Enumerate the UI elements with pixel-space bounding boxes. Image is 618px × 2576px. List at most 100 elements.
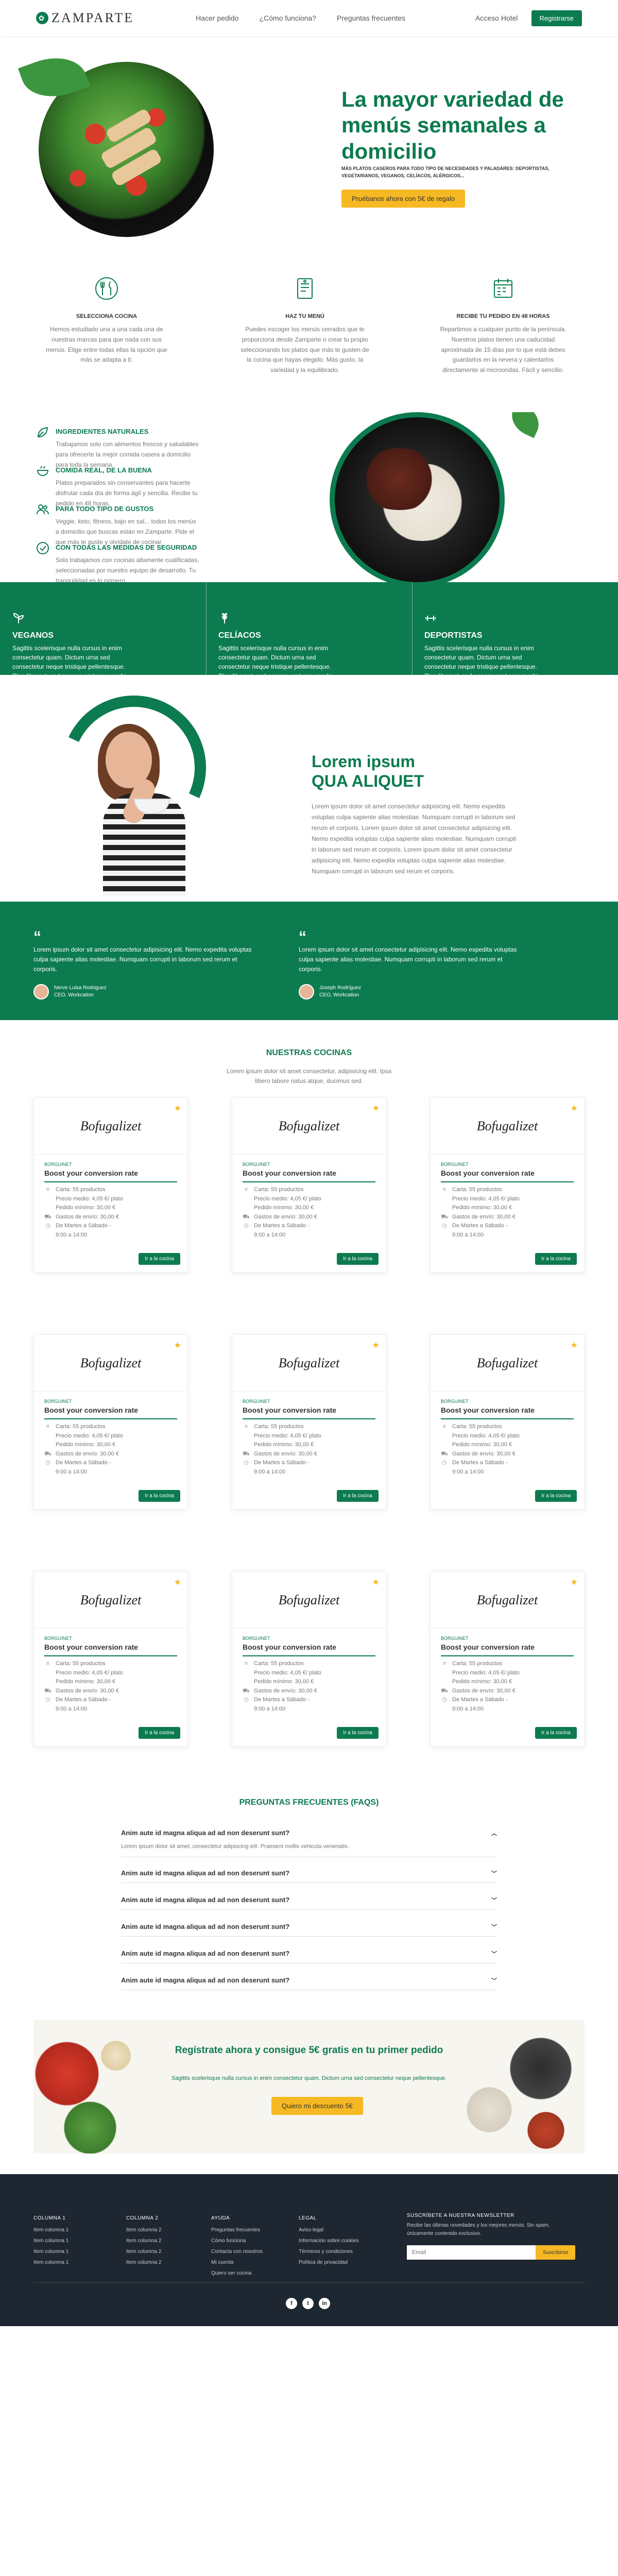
kitchen-info: ≡ Carta: 55 productos Precio medio: 4,05 €… xyxy=(34,1656,187,1717)
benefit-real-food: Comida real, de la buena Platos preparad… xyxy=(36,466,273,509)
chevron-down-icon[interactable]: ﹀ xyxy=(491,1950,497,1958)
info-hours: 9:00 a 14:00 xyxy=(56,1231,88,1238)
footer-link[interactable]: Item columna 1 xyxy=(33,2235,68,2246)
logo[interactable]: ✿ ZAMPARTE xyxy=(36,10,134,26)
faq-item[interactable]: Anim aute id magna aliqua ad ad non dese… xyxy=(121,1918,497,1937)
faq-item[interactable]: Anim aute id magna aliqua ad ad non dese… xyxy=(121,1971,497,1990)
hero-cta-button[interactable]: Pruébanos ahora con 5€ de regalo xyxy=(341,190,466,208)
nav-item-faq[interactable]: Preguntas frecuentes xyxy=(337,14,405,22)
footer-link[interactable]: Contacta con nosotros xyxy=(211,2246,263,2257)
linkedin-icon[interactable]: in xyxy=(319,2298,330,2309)
star-icon[interactable]: ★ xyxy=(174,1340,181,1350)
info-shipping: Gastos de envío: 30,00 € xyxy=(56,1213,119,1220)
facebook-icon[interactable]: f xyxy=(286,2298,297,2309)
testimonial-text: Lorem ipsum dolor sit amet consectetur a… xyxy=(299,946,517,973)
faq-title: Preguntas frecuentes (FAQs) xyxy=(239,1798,379,1807)
dumbbell-icon xyxy=(425,616,436,621)
avatar xyxy=(299,984,314,999)
footer-link[interactable]: Quiero ser cocina xyxy=(211,2268,263,2279)
nav-item-how[interactable]: ¿Cómo funciona? xyxy=(259,14,316,22)
star-icon[interactable]: ★ xyxy=(174,1103,181,1113)
star-icon[interactable]: ★ xyxy=(571,1340,578,1350)
go-to-kitchen-button[interactable]: Ir a la cocina xyxy=(535,1727,577,1739)
info-price: Precio medio: 4,05 €/ plato xyxy=(254,1195,321,1202)
testimonial-name: Joseph Rodríguez xyxy=(319,985,362,991)
twitter-icon[interactable]: t xyxy=(302,2298,314,2309)
star-icon[interactable]: ★ xyxy=(571,1577,578,1587)
chevron-down-icon[interactable]: ﹀ xyxy=(491,1923,497,1931)
benefit-safety: Con todas las medidas de seguridad Solo … xyxy=(36,542,273,582)
go-to-kitchen-button[interactable]: Ir a la cocina xyxy=(337,1727,379,1739)
footer-column-title: Legal xyxy=(299,2215,317,2221)
kitchen-logo: Bofugalizet xyxy=(34,1572,187,1629)
kitchen-card: ★ Bofugalizet BORGUINET Boost your conversi… xyxy=(33,1571,188,1747)
go-to-kitchen-button[interactable]: Ir a la cocina xyxy=(139,1490,180,1502)
footer-link[interactable]: Información sobre cookies xyxy=(299,2235,359,2246)
footer-link[interactable]: Item columna 2 xyxy=(126,2225,161,2235)
newsletter-email-input[interactable] xyxy=(407,2245,546,2260)
faq-item[interactable]: Anim aute id magna aliqua ad ad non dese… xyxy=(121,1944,497,1963)
go-to-kitchen-button[interactable]: Ir a la cocina xyxy=(535,1253,577,1265)
star-icon[interactable]: ★ xyxy=(372,1577,380,1587)
faq-question: Anim aute id magna aliqua ad ad non dese… xyxy=(121,1923,290,1930)
people-icon xyxy=(37,504,49,515)
footer-link[interactable]: Item columna 1 xyxy=(33,2257,68,2268)
info-hours: 9:00 a 14:00 xyxy=(452,1231,484,1238)
go-to-kitchen-button[interactable]: Ir a la cocina xyxy=(535,1490,577,1502)
chevron-down-icon[interactable]: ﹀ xyxy=(491,1976,497,1985)
star-icon[interactable]: ★ xyxy=(372,1103,380,1113)
nav-item-order[interactable]: Hacer pedido xyxy=(196,14,238,22)
feature-make-menu: Haz tu menú Puedes escoger los menús cer… xyxy=(241,273,369,376)
info-shipping: Gastos de envío: 30,00 € xyxy=(56,1450,119,1457)
info-hours: 9:00 a 14:00 xyxy=(56,1468,88,1475)
clock-icon: ◷ xyxy=(442,1223,447,1229)
info-price: Precio medio: 4,05 €/ plato xyxy=(56,1669,123,1676)
kitchen-category: BORGUINET xyxy=(44,1162,72,1167)
truck-icon: ⛟ xyxy=(243,1213,250,1220)
footer-link[interactable]: Cómo funciona xyxy=(211,2235,263,2246)
footer-link[interactable]: Item columna 1 xyxy=(33,2246,68,2257)
footer-link[interactable]: Preguntas frecuentes xyxy=(211,2225,263,2235)
menu-icon: ≡ xyxy=(442,1660,447,1667)
footer-link[interactable]: Política de privacidad xyxy=(299,2257,359,2268)
footer-link[interactable]: Términos y condiciones xyxy=(299,2246,359,2257)
info-days: De Martes a Sábado - xyxy=(56,1460,111,1466)
footer-link[interactable]: Item columna 1 xyxy=(33,2225,68,2235)
chevron-down-icon[interactable]: ﹀ xyxy=(491,1869,497,1877)
diet-title: Celíacos xyxy=(218,631,261,640)
benefit-desc: Solo trabajamos con cocinas altamente cu… xyxy=(56,556,199,582)
star-icon[interactable]: ★ xyxy=(174,1577,181,1587)
footer-link[interactable]: Item columna 2 xyxy=(126,2257,161,2268)
faq-item[interactable]: Anim aute id magna aliqua ad ad non dese… xyxy=(121,1864,497,1883)
chevron-down-icon[interactable]: ﹀ xyxy=(491,1896,497,1904)
go-to-kitchen-button[interactable]: Ir a la cocina xyxy=(337,1490,379,1502)
kitchen-card: ★ Bofugalizet BORGUINET Boost your conversi… xyxy=(232,1571,386,1747)
register-button[interactable]: Registrarse xyxy=(531,10,582,26)
kitchen-info: ≡ Carta: 55 productos Precio medio: 4,05 €… xyxy=(232,1419,386,1480)
avatar xyxy=(33,984,49,999)
feature-desc: Repartimos a cualquier punto de la penín… xyxy=(440,326,566,374)
footer-link[interactable]: Mi cuenta xyxy=(211,2257,263,2268)
feature-title: Selecciona cocina xyxy=(76,313,138,319)
star-icon[interactable]: ★ xyxy=(372,1340,380,1350)
menu-icon: ≡ xyxy=(244,1660,248,1667)
kitchen-title: Boost your conversion rate xyxy=(441,1404,574,1419)
footer-link[interactable]: Item columna 2 xyxy=(126,2246,161,2257)
footer-link[interactable]: Aviso legal xyxy=(299,2225,359,2235)
newsletter-subscribe-button[interactable]: Suscribirse xyxy=(536,2245,576,2260)
go-to-kitchen-button[interactable]: Ir a la cocina xyxy=(139,1727,180,1739)
go-to-kitchen-button[interactable]: Ir a la cocina xyxy=(139,1253,180,1265)
quote-icon: “ xyxy=(33,928,41,945)
info-shipping: Gastos de envío: 30,00 € xyxy=(452,1213,516,1220)
kitchen-category: BORGUINET xyxy=(44,1399,72,1404)
login-link[interactable]: Acceso Hotel xyxy=(475,14,518,22)
faq-item[interactable]: Anim aute id magna aliqua ad ad non dese… xyxy=(121,1824,497,1857)
benefit-natural: Ingredientes naturales Trabajamos solo c… xyxy=(36,427,273,470)
footer-link[interactable]: Item columna 2 xyxy=(126,2235,161,2246)
chevron-up-icon[interactable]: ︿ xyxy=(491,1829,497,1837)
star-icon[interactable]: ★ xyxy=(571,1103,578,1113)
discount-button[interactable]: Quiero mi descuento 5€ xyxy=(271,2097,364,2115)
go-to-kitchen-button[interactable]: Ir a la cocina xyxy=(337,1253,379,1265)
faq-item[interactable]: Anim aute id magna aliqua ad ad non dese… xyxy=(121,1891,497,1910)
site-header: ✿ ZAMPARTE Hacer pedido ¿Cómo funciona? … xyxy=(0,0,618,36)
